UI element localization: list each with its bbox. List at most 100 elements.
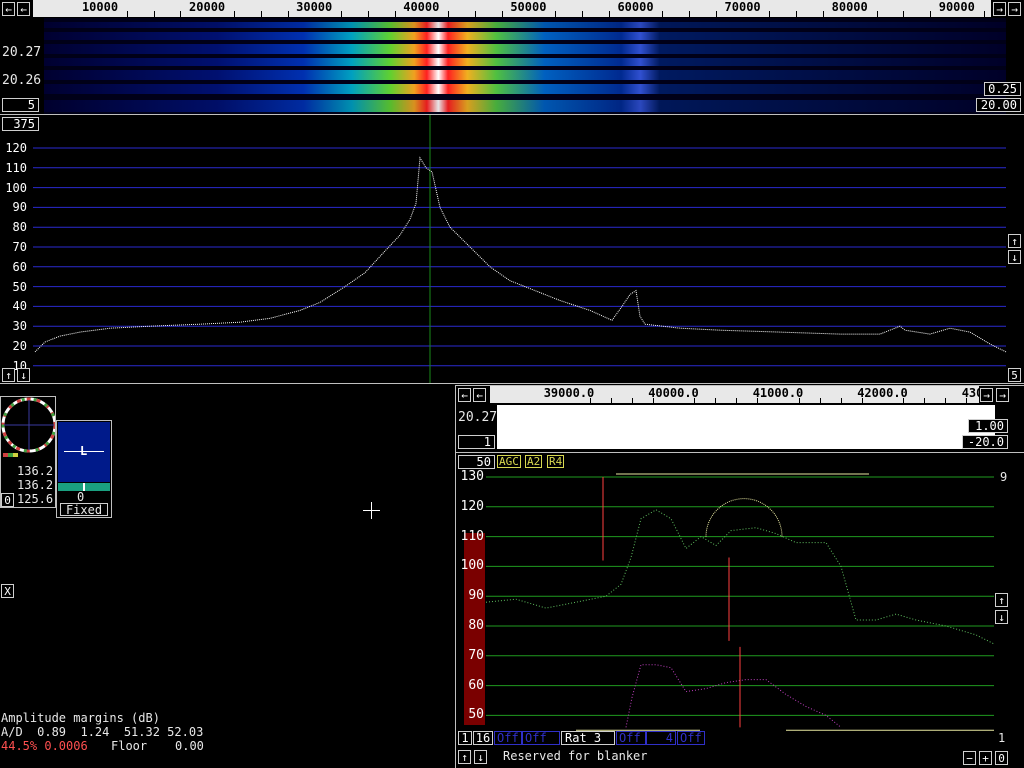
status-item-6[interactable]: Off xyxy=(616,731,646,745)
hires-frequency-tick-label: 41000.0 xyxy=(752,386,804,400)
frequency-tick-label: 70000 xyxy=(724,0,761,14)
floor-value: 0.00 xyxy=(175,739,204,753)
db-axis-label: 60 xyxy=(12,259,27,274)
waterfall-zero-box[interactable]: 20.00 xyxy=(976,98,1021,112)
wide-graph: ← ← 10000 20000 30000 40000 50000 60000 70000 8… xyxy=(0,0,1024,384)
hires-spectrum[interactable] xyxy=(456,453,1024,731)
spectrum-display[interactable] xyxy=(0,115,1024,384)
scroll-left-fast-button[interactable]: ← xyxy=(17,2,30,16)
hires-green-trace xyxy=(485,509,995,645)
afc-bar xyxy=(58,483,110,491)
hires-zero-button[interactable]: 0 xyxy=(995,751,1008,765)
hires-scroll-up-button[interactable]: ↑ xyxy=(995,593,1008,607)
waterfall-gain-box[interactable]: 0.25 xyxy=(984,82,1021,96)
db-axis-label: 120 xyxy=(5,141,27,155)
db-axis-label: 30 xyxy=(12,319,27,334)
status-item-2[interactable]: 16 xyxy=(473,731,493,745)
hires-gain-box[interactable]: 1.00 xyxy=(968,419,1008,433)
hires-frequency-tick-label: 39000.0 xyxy=(543,386,595,400)
hires-waterfall[interactable] xyxy=(497,405,995,449)
spectrum-scale-up-button[interactable]: ↑ xyxy=(2,368,15,382)
s-meter-value-2: 136.2 xyxy=(17,478,54,492)
scroll-left-button[interactable]: ← xyxy=(2,2,15,16)
hires-db-axis-label: 100 xyxy=(460,558,484,574)
s-meter-zero-button[interactable]: 0 xyxy=(1,493,14,507)
s-meter: 136.2 136.2 125.6 xyxy=(0,396,56,508)
hires-zero-box[interactable]: -20.0 xyxy=(962,435,1008,449)
frequency-tick-label: 50000 xyxy=(510,0,547,14)
hires-scroll-right-fast-button[interactable]: → xyxy=(996,388,1009,402)
status-item-4[interactable]: Off xyxy=(522,731,560,745)
hires-db-axis-label: 110 xyxy=(460,528,484,544)
db-axis-label: 110 xyxy=(5,160,27,175)
hires-db-axis-label: 130 xyxy=(460,469,484,484)
db-axis-label: 80 xyxy=(12,220,27,235)
crosshair-icon xyxy=(363,502,380,519)
hires-right-digit: 9 xyxy=(1000,470,1008,484)
spectrum-scroll-down-button[interactable]: ↓ xyxy=(1008,250,1021,264)
waterfall-time-2: 20.26 xyxy=(2,73,42,88)
frequency-tick-label: 10000 xyxy=(81,0,119,14)
hires-db-axis-label: 120 xyxy=(460,498,484,514)
hires-db-axis-label: 80 xyxy=(468,618,484,633)
afc-mode-label: L xyxy=(80,444,88,458)
afc-panel: L 0 Fixed xyxy=(56,420,112,518)
blanker-up-button[interactable]: ↑ xyxy=(458,750,471,764)
ad-margins-line: A/D 0.89 1.24 51.32 52.03 xyxy=(1,725,204,739)
hires-scroll-right-button[interactable]: → xyxy=(980,388,993,402)
hires-frequency-scale[interactable]: 39000.040000.041000.042000.043000.0 xyxy=(490,386,1012,403)
hires-scroll-left-button[interactable]: ← xyxy=(458,388,471,402)
s-meter-value-1: 136.2 xyxy=(17,464,54,478)
db-axis-label: 90 xyxy=(12,200,27,215)
hires-db-axis-label: 70 xyxy=(468,647,484,663)
hires-scroll-down-button[interactable]: ↓ xyxy=(995,610,1008,624)
blanker-text: Reserved for blanker xyxy=(503,749,648,763)
afc-display[interactable]: L xyxy=(58,422,110,482)
rat-box[interactable]: Rat 3 xyxy=(561,731,615,745)
hires-db-axis-label: 90 xyxy=(468,588,484,604)
hires-purple-trace xyxy=(625,664,842,728)
spectrum-scale-down-button[interactable]: ↓ xyxy=(17,368,30,382)
hires-frequency-tick-label: 40000.0 xyxy=(648,386,699,400)
db-axis-label: 20 xyxy=(12,339,27,353)
filter-shape xyxy=(705,498,783,537)
hires-avg-box[interactable]: 1 xyxy=(458,435,495,449)
cpu-load-text: 44.5% 0.0006 xyxy=(1,739,88,753)
hires-db-axis-label: 50 xyxy=(468,707,484,723)
frequency-tick-label: 40000 xyxy=(403,0,440,14)
frequency-tick-label: 30000 xyxy=(296,0,333,14)
frequency-scale[interactable]: 10000 20000 30000 40000 50000 60000 70000 80000… xyxy=(33,0,1012,17)
amplitude-margins-title: Amplitude margins (dB) xyxy=(1,711,160,725)
status-item-8[interactable]: Off xyxy=(677,731,705,745)
frequency-tick-label: 90000 xyxy=(938,0,975,14)
spectrum-scroll-up-button[interactable]: ↑ xyxy=(1008,234,1021,248)
db-axis-label: 50 xyxy=(12,279,27,294)
scroll-right-fast-button[interactable]: → xyxy=(1008,2,1021,16)
hires-scroll-left-fast-button[interactable]: ← xyxy=(473,388,486,402)
hires-time-label: 20.27 xyxy=(458,410,498,425)
blanker-down-button[interactable]: ↓ xyxy=(474,750,487,764)
close-button[interactable]: X xyxy=(1,584,14,598)
frequency-tick-label: 20000 xyxy=(189,0,226,14)
waterfall-time-1: 20.27 xyxy=(2,45,42,60)
status-item-1[interactable]: 1 xyxy=(458,731,472,745)
frequency-tick-label: 80000 xyxy=(831,0,868,14)
afc-fixed-button[interactable]: Fixed xyxy=(60,503,108,516)
spectrum-trace xyxy=(34,156,1007,353)
s-meter-value-3: 125.6 xyxy=(17,492,54,506)
hires-db-axis-label: 60 xyxy=(468,677,484,693)
minus-icon[interactable]: − xyxy=(963,751,976,765)
spectrum-right-value[interactable]: 5 xyxy=(1008,368,1021,382)
db-axis-label: 40 xyxy=(12,299,27,314)
scroll-right-button[interactable]: → xyxy=(993,2,1006,16)
status-item-7[interactable]: 4 xyxy=(646,731,676,745)
hires-bottom-right-value: 1 xyxy=(998,731,1006,745)
plus-icon[interactable]: + xyxy=(979,751,992,765)
hires-frequency-tick-label: 42000.0 xyxy=(857,386,908,400)
waterfall-avg-box[interactable]: 5 xyxy=(2,98,39,112)
db-axis-label: 70 xyxy=(12,240,27,254)
status-item-3[interactable]: Off xyxy=(494,731,522,745)
waterfall-display[interactable] xyxy=(44,18,1006,114)
frequency-tick-label: 60000 xyxy=(617,0,654,14)
wide-graph-bottom-border xyxy=(0,383,1024,384)
